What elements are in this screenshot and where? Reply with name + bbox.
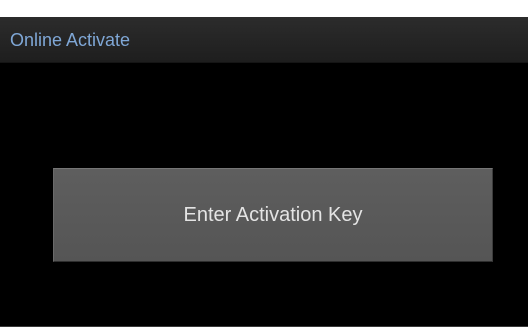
dialog-title: Online Activate — [10, 30, 131, 50]
dialog-title-bar: Online Activate — [0, 17, 528, 63]
activation-dialog: Online Activate Enter Activation Key — [0, 17, 528, 327]
enter-activation-key-button[interactable]: Enter Activation Key — [53, 168, 493, 262]
enter-activation-key-label: Enter Activation Key — [183, 204, 363, 226]
